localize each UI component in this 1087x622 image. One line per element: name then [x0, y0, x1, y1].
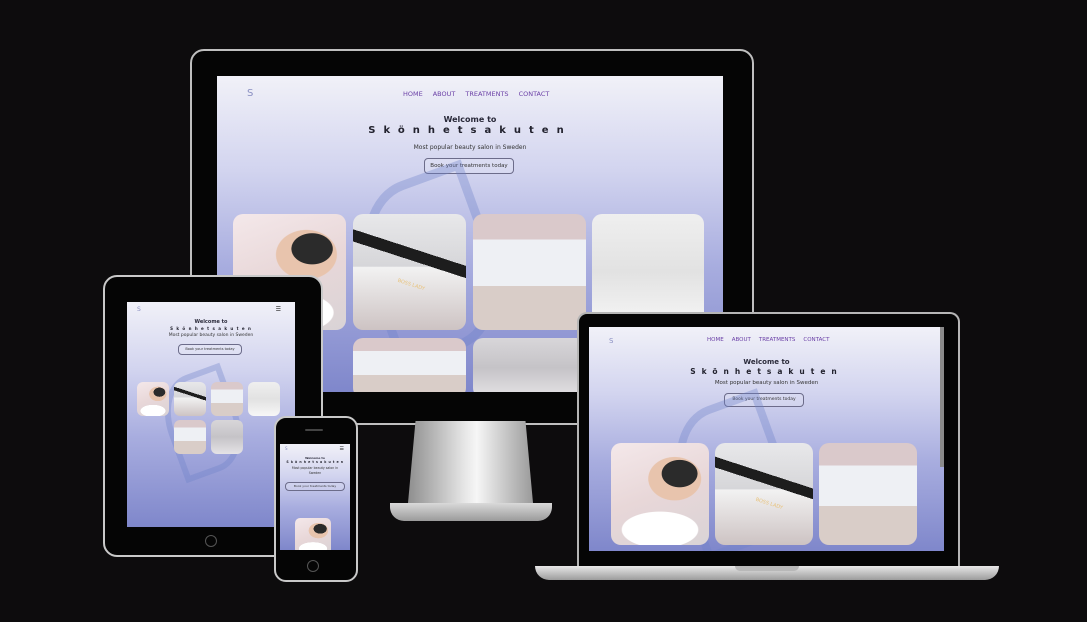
welcome-heading: Welcome to [443, 115, 497, 124]
photo-treatment-tablet [137, 382, 169, 416]
monitor-base [390, 503, 552, 521]
welcome-heading-tablet: Welcome to [194, 319, 228, 325]
plaque-text-laptop: BOSS LADY [754, 496, 784, 512]
brand-title-phone: S k ö n h e t s a k u t e n [286, 460, 344, 464]
phone-screen: S ☰ Welcome to S k ö n h e t s a k u t e… [280, 444, 350, 550]
nav-treatments[interactable]: TREATMENTS [465, 90, 508, 98]
tagline-laptop: Most popular beauty salon in Sweden [714, 380, 819, 386]
tagline: Most popular beauty salon in Sweden [413, 144, 527, 151]
photo-flower-wall [473, 214, 586, 330]
nav-contact-laptop[interactable]: CONTACT [803, 337, 829, 343]
laptop-scrollbar[interactable] [940, 327, 944, 467]
phone-home-button[interactable] [307, 560, 319, 572]
photo-flower-wall-2 [353, 338, 466, 392]
nav-about[interactable]: ABOUT [433, 90, 456, 98]
menu-icon-tablet[interactable]: ☰ [276, 306, 281, 313]
laptop-screen: S HOME ABOUT TREATMENTS CONTACT Welcome … [589, 327, 944, 551]
brand-title-tablet: S k ö n h e t s a k u t e n [170, 326, 252, 331]
photo-reception-laptop: BOSS LADY [715, 443, 813, 545]
nav-contact[interactable]: CONTACT [519, 90, 550, 98]
photo-treatment-room-tablet [248, 382, 280, 416]
nav-treatments-laptop[interactable]: TREATMENTS [759, 337, 796, 343]
photo-salon-chairs-tablet [211, 420, 243, 454]
tablet-screen: S ☰ Welcome to S k ö n h e t s a k u t e… [127, 302, 295, 527]
monitor-neck [408, 421, 533, 503]
brand-title: Skönhetsakuten [368, 125, 572, 136]
photo-flower-wall-laptop [819, 443, 917, 545]
phone-speaker [305, 429, 323, 431]
brand-title-laptop: Skönhetsakuten [690, 367, 843, 376]
photo-salon-chairs [473, 338, 586, 392]
logo-icon-tablet[interactable]: S [137, 306, 141, 313]
photo-reception-tablet [174, 382, 206, 416]
tablet-home-button[interactable] [205, 535, 217, 547]
logo-icon-laptop[interactable]: S [609, 337, 613, 345]
nav-home[interactable]: HOME [403, 90, 423, 98]
main-nav-laptop: HOME ABOUT TREATMENTS CONTACT [707, 337, 829, 343]
photo-reception: BOSS LADY [353, 214, 466, 330]
book-button-tablet[interactable]: Book your treatments today [178, 344, 242, 355]
photo-treatment-phone [295, 518, 331, 550]
photo-flower-wall-tablet [211, 382, 243, 416]
main-nav: HOME ABOUT TREATMENTS CONTACT [403, 90, 549, 98]
tagline-tablet: Most popular beauty salon in Sweden [168, 333, 254, 338]
welcome-heading-laptop: Welcome to [743, 358, 790, 366]
tagline-phone: Most popular beauty salon in Sweden [291, 466, 339, 475]
nav-home-laptop[interactable]: HOME [707, 337, 724, 343]
laptop-notch [735, 566, 799, 571]
book-button-phone[interactable]: Book your treatments today [285, 482, 345, 491]
nav-about-laptop[interactable]: ABOUT [732, 337, 751, 343]
logo-icon-phone[interactable]: S [285, 446, 288, 451]
photo-treatment-laptop [611, 443, 709, 545]
menu-icon-phone[interactable]: ☰ [340, 446, 344, 452]
photo-flower-wall-2-tablet [174, 420, 206, 454]
logo-icon[interactable]: S [247, 88, 253, 99]
plaque-text: BOSS LADY [396, 277, 426, 293]
